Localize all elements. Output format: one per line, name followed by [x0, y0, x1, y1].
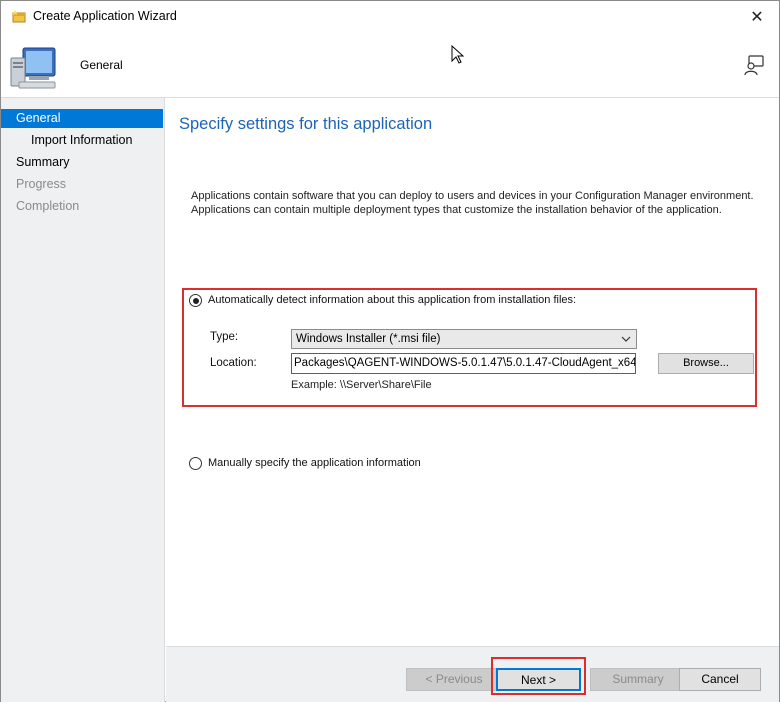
nav-step-completion: Completion [16, 199, 80, 213]
location-example: Example: \\Server\Share\File [291, 379, 432, 391]
main-panel: Specify settings for this application Ap… [166, 98, 779, 646]
manual-specify-label[interactable]: Manually specify the application informa… [208, 457, 421, 469]
location-input[interactable]: Packages\QAGENT-WINDOWS-5.0.1.47\5.0.1.4… [291, 353, 636, 374]
nav-step-general[interactable]: General [1, 109, 163, 128]
auto-detect-label[interactable]: Automatically detect information about t… [208, 294, 576, 306]
close-button[interactable]: ✕ [735, 1, 779, 32]
page-heading: Specify settings for this application [179, 115, 433, 133]
close-icon: ✕ [750, 8, 764, 26]
description-line-2: Applications can contain multiple deploy… [191, 204, 722, 216]
chevron-down-icon [621, 336, 631, 342]
browse-button[interactable]: Browse... [658, 353, 754, 374]
type-label: Type: [210, 331, 239, 343]
wizard-window: Create Application Wizard ✕ General Gene… [0, 0, 780, 702]
wizard-steps-nav: General Import Information Summary Progr… [1, 98, 165, 702]
next-button[interactable]: Next > [496, 668, 581, 691]
wizard-footer: < Previous Next > Summary Cancel [166, 646, 779, 702]
page-description: Applications contain software that you c… [191, 189, 761, 217]
nav-step-progress: Progress [16, 177, 67, 191]
nav-step-import-information[interactable]: Import Information [1, 131, 163, 150]
help-person-icon[interactable] [743, 54, 765, 76]
banner-title: General [80, 58, 123, 72]
nav-step-summary[interactable]: Summary [1, 153, 163, 172]
previous-button: < Previous [406, 668, 502, 691]
auto-detect-radio[interactable] [189, 294, 202, 307]
cancel-button[interactable]: Cancel [679, 668, 761, 691]
type-select-value: Windows Installer (*.msi file) [296, 333, 441, 345]
description-line-1: Applications contain software that you c… [191, 190, 754, 202]
location-label: Location: [210, 357, 257, 369]
mouse-pointer-icon [451, 45, 465, 64]
manual-specify-radio[interactable] [189, 457, 202, 470]
wizard-app-icon [12, 10, 26, 23]
wizard-banner: General [1, 32, 779, 98]
title-bar: Create Application Wizard ✕ [1, 1, 779, 32]
summary-button: Summary [590, 668, 686, 691]
computer-icon [10, 47, 56, 89]
window-title: Create Application Wizard [33, 9, 177, 23]
type-select[interactable]: Windows Installer (*.msi file) [291, 329, 637, 349]
